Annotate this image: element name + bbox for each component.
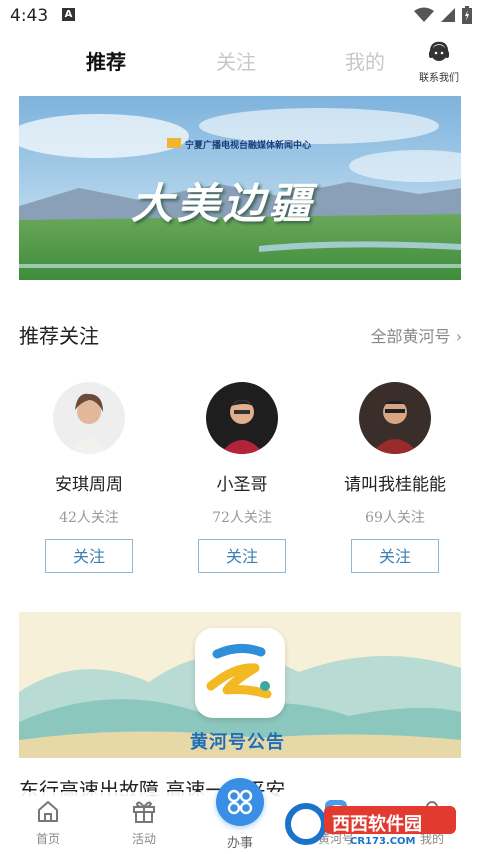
contact-us-label: 联系我们 — [419, 73, 459, 84]
nav-activity-label: 活动 — [131, 832, 156, 846]
tab-follow[interactable]: 关注 — [216, 46, 256, 75]
status-bar: 4:43 A — [0, 0, 480, 32]
follow-card[interactable]: 安琪周周 42人关注 关注 — [24, 382, 154, 573]
signal-icon — [441, 8, 455, 22]
avatar — [53, 382, 125, 454]
watermark: 西西软件园 CR173.COM — [284, 800, 460, 848]
top-tab-bar: 推荐 关注 我的 — [0, 40, 480, 80]
services-button[interactable] — [216, 778, 264, 826]
grid-icon — [227, 789, 253, 815]
avatar — [359, 382, 431, 454]
yellow-river-logo-icon — [195, 628, 285, 718]
follow-button[interactable]: 关注 — [198, 539, 286, 573]
app-notification-icon: A — [62, 8, 75, 21]
banner-logo-text: 宁夏广播电视台融媒体新闻中心 — [185, 141, 312, 151]
chevron-right-icon: › — [455, 327, 462, 346]
customer-service-icon — [429, 41, 449, 61]
announcement-banner[interactable]: 黄河号公告 — [19, 612, 461, 758]
card-follower-count: 42人关注 — [59, 510, 119, 526]
banner-carousel[interactable]: 宁夏广播电视台融媒体新闻中心 大美边疆 — [19, 96, 461, 280]
follow-button[interactable]: 关注 — [351, 539, 439, 573]
follow-card[interactable]: 小圣哥 72人关注 关注 — [177, 382, 307, 573]
recommend-section-title: 推荐关注 — [19, 324, 99, 348]
nav-activity[interactable]: 活动 — [114, 798, 174, 847]
nav-home[interactable]: 首页 — [18, 798, 78, 847]
status-icons — [414, 6, 472, 24]
all-accounts-link[interactable]: 全部黄河号 › — [370, 323, 462, 347]
watermark-url: CR173.COM — [350, 836, 416, 847]
all-accounts-label: 全部黄河号 — [370, 327, 451, 346]
card-name: 小圣哥 — [216, 475, 268, 495]
banner-title: 大美边疆 — [131, 179, 316, 228]
battery-icon — [462, 6, 472, 24]
gift-icon — [133, 801, 155, 823]
tab-recommend[interactable]: 推荐 — [86, 46, 126, 75]
card-name: 请叫我桂能能 — [344, 475, 446, 495]
announcement-label: 黄河号公告 — [190, 732, 285, 753]
nav-home-label: 首页 — [35, 832, 60, 846]
follow-button[interactable]: 关注 — [45, 539, 133, 573]
card-follower-count: 69人关注 — [365, 510, 425, 526]
follow-card[interactable]: 请叫我桂能能 69人关注 关注 — [330, 382, 460, 573]
card-name: 安琪周周 — [55, 475, 123, 495]
avatar — [206, 382, 278, 454]
status-time: 4:43 — [10, 6, 49, 26]
watermark-brand: 西西软件园 — [332, 814, 422, 835]
nav-services-label: 办事 — [226, 836, 253, 851]
contact-us-button[interactable]: 联系我们 — [416, 40, 462, 84]
home-icon — [38, 801, 58, 822]
tab-mine[interactable]: 我的 — [345, 46, 385, 75]
wifi-icon — [414, 7, 434, 22]
card-follower-count: 72人关注 — [212, 510, 272, 526]
